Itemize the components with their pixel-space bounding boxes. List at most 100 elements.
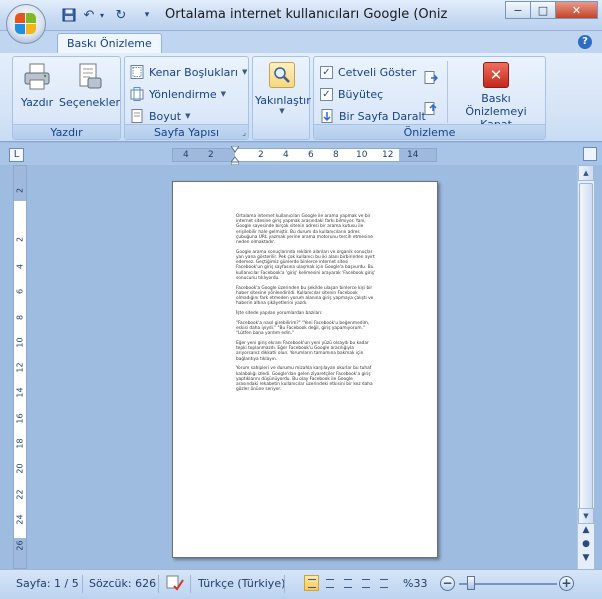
margins-button[interactable]: Kenar Boşlukları ▼: [130, 63, 247, 81]
orientation-icon: [130, 87, 144, 101]
previous-page-arrow-icon[interactable]: ▲: [578, 525, 594, 539]
print-button[interactable]: Yazdır: [18, 62, 56, 109]
zoom-button[interactable]: Yakınlaştır ▼: [255, 62, 311, 115]
view-ruler-icon[interactable]: [583, 147, 597, 161]
document-paragraph: İşte sitede yapılan yorumlardan bazıları…: [236, 311, 323, 317]
magnifier-icon: [269, 62, 295, 88]
preview-group-label: Önizleme: [314, 124, 545, 139]
size-button[interactable]: Boyut ▼: [130, 107, 190, 125]
indent-marker-icon[interactable]: [229, 145, 241, 166]
chevron-down-icon: ▼: [241, 68, 248, 76]
checkmark-icon: ✓: [320, 65, 333, 79]
window-title: Ortalama internet kullanıcıları Google (…: [165, 7, 447, 22]
proofing-icon[interactable]: [165, 574, 185, 592]
ruler-tick: 4: [15, 263, 25, 270]
undo-dropdown-icon[interactable]: ▾: [97, 6, 107, 24]
ruler-tick: 10: [15, 337, 25, 348]
help-icon[interactable]: ?: [578, 35, 592, 49]
show-ruler-checkbox[interactable]: ✓ Cetveli Göster: [320, 63, 416, 81]
tab-selector-button[interactable]: L: [9, 148, 24, 162]
margins-icon: [130, 65, 144, 79]
options-button[interactable]: Seçenekler: [59, 62, 120, 109]
shrink-page-icon: [320, 109, 334, 123]
chevron-down-icon: ▼: [185, 112, 191, 120]
language-indicator[interactable]: Türkçe (Türkiye): [198, 577, 285, 590]
margins-label: Kenar Boşlukları: [149, 65, 238, 79]
group-divider: [447, 61, 448, 123]
chevron-down-icon: ▼: [220, 90, 226, 98]
ribbon: Yazdır Seçenekler Yazdır Kenar Boşluklar…: [0, 53, 602, 142]
shrink-one-page-label: Bir Sayfa Daralt: [339, 109, 426, 123]
page-setup-group-label: Sayfa Yapısı: [125, 124, 248, 139]
office-button[interactable]: [6, 4, 46, 44]
ruler-tick: 2: [15, 236, 25, 243]
undo-icon[interactable]: ↶: [81, 6, 97, 24]
office-logo-icon: [15, 13, 37, 35]
web-layout-view-icon[interactable]: [340, 575, 355, 591]
draft-view-icon[interactable]: [376, 575, 391, 591]
shrink-one-page-button[interactable]: Bir Sayfa Daralt: [320, 107, 426, 125]
print-label: Yazdır: [20, 96, 54, 109]
chevron-down-icon: ▼: [279, 107, 285, 115]
scroll-down-arrow-icon[interactable]: ▼: [578, 508, 594, 524]
save-icon[interactable]: [60, 6, 78, 24]
status-separator: [82, 575, 83, 593]
scrollbar-thumb[interactable]: [579, 183, 593, 523]
ruler-tick: 8: [333, 150, 339, 160]
print-options-icon: [74, 62, 104, 92]
magnifier-checkbox[interactable]: ✓ Büyüteç: [320, 85, 383, 103]
ruler-tick: 26: [15, 540, 25, 551]
document-paragraph: "Facebook'a nasıl girebilirim?" "Yeni Fa…: [236, 320, 370, 337]
maximize-button[interactable]: □: [530, 1, 556, 19]
title-bar: ↶ ▾ ↻ ▾ Ortalama internet kullanıcıları …: [0, 0, 602, 44]
zoom-slider-thumb[interactable]: [467, 576, 475, 590]
status-separator: [284, 575, 285, 593]
checkmark-icon: ✓: [320, 87, 333, 101]
ruler-tick: 22: [15, 489, 25, 500]
zoom-in-button[interactable]: +: [559, 576, 574, 591]
ruler-tick: 10: [356, 150, 368, 160]
ruler-tick: 6: [15, 288, 25, 295]
dialog-launcher-icon[interactable]: ⌟: [242, 128, 246, 137]
document-paragraph: Google arama sonuçlarında reklam alanlar…: [236, 249, 376, 281]
scroll-up-arrow-icon[interactable]: ▲: [578, 165, 594, 181]
printer-icon: [22, 62, 52, 92]
zoom-level[interactable]: %33: [403, 577, 427, 590]
document-workspace: 2 2 4 6 8 10 12 14 16 18 20 22 24 26 Ort…: [0, 165, 602, 569]
ribbon-tab-row: Baskı Önizleme ?: [0, 31, 602, 53]
page-count[interactable]: Sayfa: 1 / 5: [16, 577, 79, 590]
document-page[interactable]: Ortalama internet kullanıcıları Google i…: [172, 181, 438, 558]
ruler-tick: 12: [382, 150, 394, 160]
outline-view-icon[interactable]: [358, 575, 373, 591]
redo-icon[interactable]: ↻: [113, 6, 129, 24]
previous-page-icon[interactable]: [424, 102, 438, 116]
next-page-arrow-icon[interactable]: ▼: [578, 553, 594, 567]
document-paragraph: Ortalama internet kullanıcıları Google i…: [236, 214, 373, 246]
page-content: Ortalama internet kullanıcıları Google i…: [236, 214, 376, 397]
orientation-button[interactable]: Yönlendirme ▼: [130, 85, 226, 103]
zoom-out-button[interactable]: −: [440, 576, 455, 591]
full-screen-reading-view-icon[interactable]: [322, 575, 337, 591]
tab-print-preview[interactable]: Baskı Önizleme: [57, 33, 162, 53]
print-layout-view-icon[interactable]: [304, 575, 319, 591]
minimize-button[interactable]: −: [505, 1, 531, 19]
ruler-tick: 4: [283, 150, 289, 160]
close-print-preview-button[interactable]: ✕ Baskı Önizlemeyi Kapat: [450, 62, 542, 131]
preview-group: ✓ Cetveli Göster ✓ Büyüteç Bir Sayfa Dar…: [313, 56, 546, 140]
page-setup-group: Kenar Boşlukları ▼ Yönlendirme ▼ Boyut ▼…: [124, 56, 249, 140]
vertical-ruler[interactable]: 2 2 4 6 8 10 12 14 16 18 20 22 24 26: [13, 165, 27, 569]
next-page-icon[interactable]: [424, 71, 439, 85]
browse-object-icon[interactable]: ●: [578, 539, 594, 553]
document-paragraph: Yorum sahipleri ve durumu mizahla karşıl…: [236, 366, 373, 393]
close-button[interactable]: ✕: [555, 1, 598, 19]
horizontal-ruler[interactable]: 4 2 2 4 6 8 10 12 14: [172, 145, 437, 166]
customize-quick-access-icon[interactable]: ▾: [141, 6, 153, 24]
status-separator: [190, 575, 191, 593]
ruler-tick: 4: [183, 150, 189, 160]
ruler-tick: 20: [15, 463, 25, 474]
ruler-tick: 8: [15, 314, 25, 321]
ruler-tick: 12: [15, 362, 25, 373]
word-count[interactable]: Sözcük: 626: [89, 577, 156, 590]
ruler-tick: 24: [15, 514, 25, 525]
vertical-scrollbar[interactable]: ▲ ▼ ▲ ● ▼: [577, 165, 594, 569]
